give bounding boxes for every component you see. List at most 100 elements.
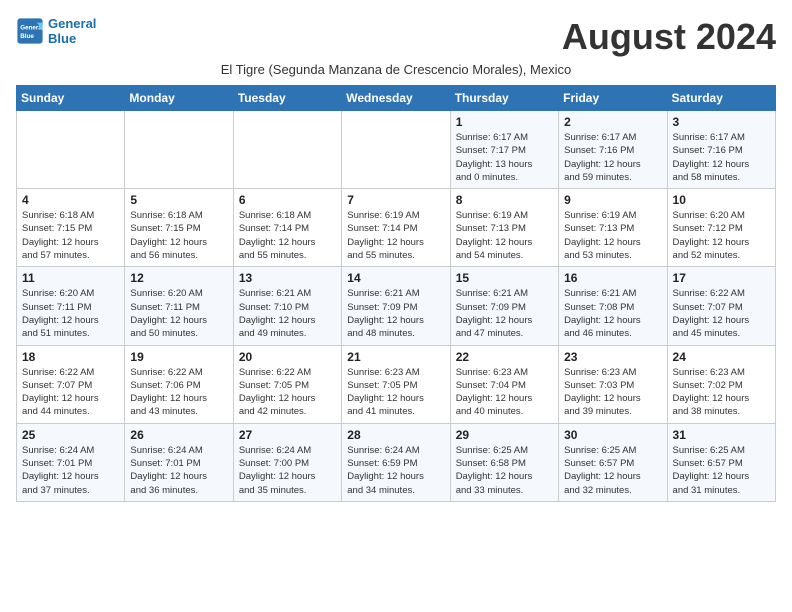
day-info: Sunrise: 6:22 AM Sunset: 7:06 PM Dayligh… <box>130 366 227 419</box>
header-sunday: Sunday <box>17 86 125 111</box>
month-title: August 2024 <box>562 16 776 58</box>
day-number: 31 <box>673 428 770 442</box>
day-number: 8 <box>456 193 553 207</box>
calendar-cell: 27Sunrise: 6:24 AM Sunset: 7:00 PM Dayli… <box>233 423 341 501</box>
day-number: 1 <box>456 115 553 129</box>
day-info: Sunrise: 6:23 AM Sunset: 7:04 PM Dayligh… <box>456 366 553 419</box>
week-row-4: 18Sunrise: 6:22 AM Sunset: 7:07 PM Dayli… <box>17 345 776 423</box>
day-info: Sunrise: 6:24 AM Sunset: 6:59 PM Dayligh… <box>347 444 444 497</box>
day-info: Sunrise: 6:19 AM Sunset: 7:13 PM Dayligh… <box>456 209 553 262</box>
day-info: Sunrise: 6:18 AM Sunset: 7:15 PM Dayligh… <box>22 209 119 262</box>
day-info: Sunrise: 6:19 AM Sunset: 7:13 PM Dayligh… <box>564 209 661 262</box>
day-info: Sunrise: 6:18 AM Sunset: 7:15 PM Dayligh… <box>130 209 227 262</box>
calendar-cell: 26 Sunrise: 6:24 AM Sunset: 7:01 PM Dayli… <box>125 423 233 501</box>
day-number: 19 <box>130 350 227 364</box>
day-info: Sunrise: 6:20 AM Sunset: 7:12 PM Dayligh… <box>673 209 770 262</box>
logo-icon: General Blue <box>16 17 44 45</box>
calendar-cell: 29Sunrise: 6:25 AM Sunset: 6:58 PM Dayli… <box>450 423 558 501</box>
calendar-cell: 17Sunrise: 6:22 AM Sunset: 7:07 PM Dayli… <box>667 267 775 345</box>
week-row-1: 1Sunrise: 6:17 AM Sunset: 7:17 PM Daylig… <box>17 111 776 189</box>
day-info: Sunrise: 6:22 AM Sunset: 7:05 PM Dayligh… <box>239 366 336 419</box>
day-info: Sunrise: 6:21 AM Sunset: 7:09 PM Dayligh… <box>456 287 553 340</box>
calendar-cell: 15 Sunrise: 6:21 AM Sunset: 7:09 PM Dayli… <box>450 267 558 345</box>
day-info: Sunrise: 6:20 AM Sunset: 7:11 PM Dayligh… <box>130 287 227 340</box>
day-info: Sunrise: 6:23 AM Sunset: 7:03 PM Dayligh… <box>564 366 661 419</box>
week-row-5: 25 Sunrise: 6:24 AM Sunset: 7:01 PM Dayli… <box>17 423 776 501</box>
day-number: 10 <box>673 193 770 207</box>
calendar-cell: 19 Sunrise: 6:22 AM Sunset: 7:06 PM Dayli… <box>125 345 233 423</box>
logo-text: General Blue <box>48 16 96 46</box>
calendar-cell <box>125 111 233 189</box>
day-number: 11 <box>22 271 119 285</box>
day-number: 15 <box>456 271 553 285</box>
day-info: Sunrise: 6:18 AM Sunset: 7:14 PM Dayligh… <box>239 209 336 262</box>
calendar-cell: 24 Sunrise: 6:23 AM Sunset: 7:02 PM Dayli… <box>667 345 775 423</box>
calendar-cell: 9Sunrise: 6:19 AM Sunset: 7:13 PM Daylig… <box>559 189 667 267</box>
calendar-cell <box>342 111 450 189</box>
header-tuesday: Tuesday <box>233 86 341 111</box>
calendar-cell: 6 Sunrise: 6:18 AM Sunset: 7:14 PM Daylig… <box>233 189 341 267</box>
calendar-cell <box>17 111 125 189</box>
day-info: Sunrise: 6:19 AM Sunset: 7:14 PM Dayligh… <box>347 209 444 262</box>
day-number: 4 <box>22 193 119 207</box>
day-number: 26 <box>130 428 227 442</box>
calendar: SundayMondayTuesdayWednesdayThursdayFrid… <box>16 85 776 502</box>
calendar-cell: 28Sunrise: 6:24 AM Sunset: 6:59 PM Dayli… <box>342 423 450 501</box>
week-row-2: 4 Sunrise: 6:18 AM Sunset: 7:15 PM Daylig… <box>17 189 776 267</box>
day-info: Sunrise: 6:20 AM Sunset: 7:11 PM Dayligh… <box>22 287 119 340</box>
day-info: Sunrise: 6:24 AM Sunset: 7:01 PM Dayligh… <box>130 444 227 497</box>
day-number: 29 <box>456 428 553 442</box>
day-info: Sunrise: 6:25 AM Sunset: 6:57 PM Dayligh… <box>564 444 661 497</box>
page-header: General Blue General Blue August 2024 <box>16 16 776 58</box>
calendar-cell: 20 Sunrise: 6:22 AM Sunset: 7:05 PM Dayli… <box>233 345 341 423</box>
day-info: Sunrise: 6:22 AM Sunset: 7:07 PM Dayligh… <box>22 366 119 419</box>
day-number: 13 <box>239 271 336 285</box>
day-info: Sunrise: 6:24 AM Sunset: 7:01 PM Dayligh… <box>22 444 119 497</box>
calendar-cell: 12 Sunrise: 6:20 AM Sunset: 7:11 PM Dayli… <box>125 267 233 345</box>
day-number: 17 <box>673 271 770 285</box>
calendar-cell: 5Sunrise: 6:18 AM Sunset: 7:15 PM Daylig… <box>125 189 233 267</box>
calendar-cell: 30 Sunrise: 6:25 AM Sunset: 6:57 PM Dayli… <box>559 423 667 501</box>
day-number: 21 <box>347 350 444 364</box>
calendar-header-row: SundayMondayTuesdayWednesdayThursdayFrid… <box>17 86 776 111</box>
day-number: 2 <box>564 115 661 129</box>
day-info: Sunrise: 6:25 AM Sunset: 6:57 PM Dayligh… <box>673 444 770 497</box>
header-wednesday: Wednesday <box>342 86 450 111</box>
calendar-cell: 22 Sunrise: 6:23 AM Sunset: 7:04 PM Dayli… <box>450 345 558 423</box>
day-number: 24 <box>673 350 770 364</box>
day-number: 20 <box>239 350 336 364</box>
day-info: Sunrise: 6:24 AM Sunset: 7:00 PM Dayligh… <box>239 444 336 497</box>
calendar-cell: 11 Sunrise: 6:20 AM Sunset: 7:11 PM Dayli… <box>17 267 125 345</box>
calendar-cell: 10 Sunrise: 6:20 AM Sunset: 7:12 PM Dayli… <box>667 189 775 267</box>
header-friday: Friday <box>559 86 667 111</box>
subtitle: El Tigre (Segunda Manzana de Crescencio … <box>16 62 776 77</box>
calendar-cell: 23 Sunrise: 6:23 AM Sunset: 7:03 PM Dayli… <box>559 345 667 423</box>
day-number: 7 <box>347 193 444 207</box>
header-monday: Monday <box>125 86 233 111</box>
calendar-cell: 14 Sunrise: 6:21 AM Sunset: 7:09 PM Dayli… <box>342 267 450 345</box>
day-number: 3 <box>673 115 770 129</box>
calendar-cell <box>233 111 341 189</box>
day-info: Sunrise: 6:21 AM Sunset: 7:08 PM Dayligh… <box>564 287 661 340</box>
day-number: 6 <box>239 193 336 207</box>
day-number: 16 <box>564 271 661 285</box>
day-number: 12 <box>130 271 227 285</box>
calendar-cell: 2Sunrise: 6:17 AM Sunset: 7:16 PM Daylig… <box>559 111 667 189</box>
svg-text:Blue: Blue <box>20 33 34 40</box>
day-number: 25 <box>22 428 119 442</box>
calendar-cell: 16 Sunrise: 6:21 AM Sunset: 7:08 PM Dayli… <box>559 267 667 345</box>
title-block: August 2024 <box>562 16 776 58</box>
day-info: Sunrise: 6:21 AM Sunset: 7:10 PM Dayligh… <box>239 287 336 340</box>
header-saturday: Saturday <box>667 86 775 111</box>
calendar-cell: 31 Sunrise: 6:25 AM Sunset: 6:57 PM Dayli… <box>667 423 775 501</box>
day-number: 14 <box>347 271 444 285</box>
day-number: 22 <box>456 350 553 364</box>
calendar-cell: 3 Sunrise: 6:17 AM Sunset: 7:16 PM Daylig… <box>667 111 775 189</box>
day-info: Sunrise: 6:23 AM Sunset: 7:02 PM Dayligh… <box>673 366 770 419</box>
day-info: Sunrise: 6:17 AM Sunset: 7:16 PM Dayligh… <box>673 131 770 184</box>
calendar-cell: 25 Sunrise: 6:24 AM Sunset: 7:01 PM Dayli… <box>17 423 125 501</box>
day-number: 30 <box>564 428 661 442</box>
calendar-cell: 8 Sunrise: 6:19 AM Sunset: 7:13 PM Daylig… <box>450 189 558 267</box>
day-number: 23 <box>564 350 661 364</box>
day-info: Sunrise: 6:21 AM Sunset: 7:09 PM Dayligh… <box>347 287 444 340</box>
